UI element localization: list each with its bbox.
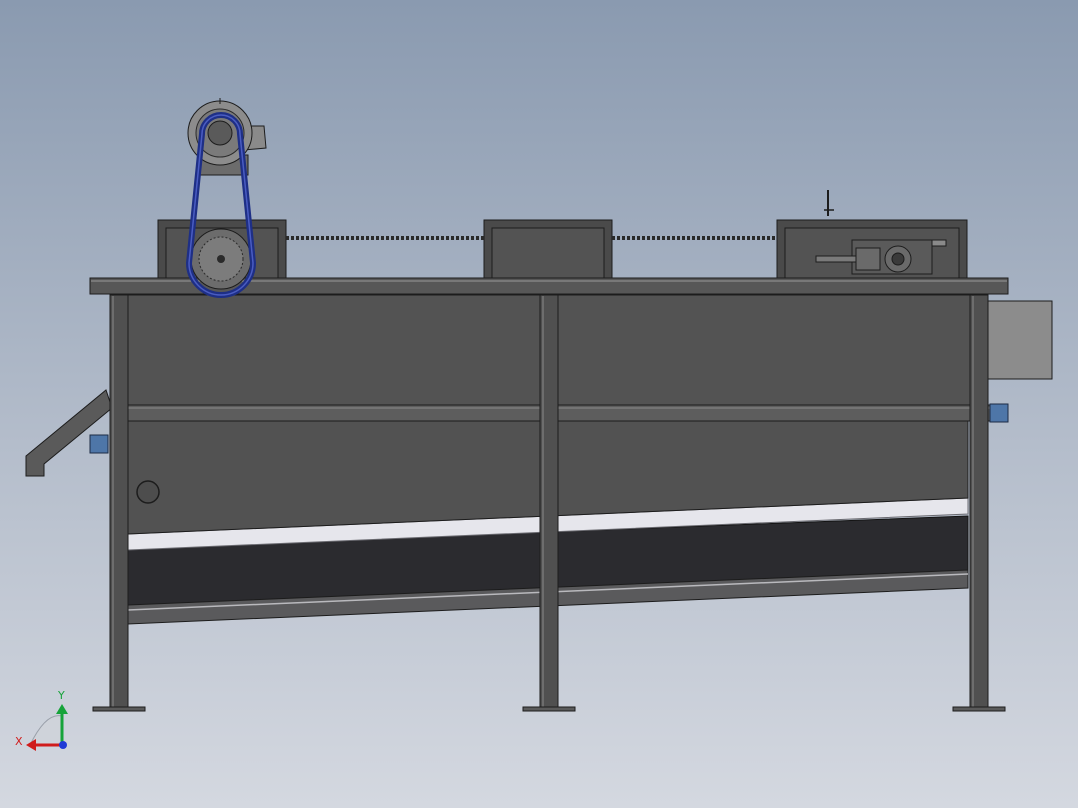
right-blue-pad <box>989 403 1009 423</box>
y-axis-label: Y <box>57 689 65 702</box>
electrical-box <box>987 300 1053 380</box>
discharge-chute <box>25 389 113 477</box>
inspection-port <box>136 480 160 504</box>
right-foot-plate <box>952 706 1006 712</box>
middle-bearing-box <box>483 219 613 279</box>
x-axis-arrow <box>26 739 36 751</box>
machine-front-view: X Y <box>15 98 1053 751</box>
left-foot-plate <box>92 706 146 712</box>
y-axis-arrow <box>56 704 68 714</box>
cad-viewport[interactable]: X Y <box>0 0 1078 808</box>
left-blue-pad <box>89 434 109 454</box>
x-axis-label: X <box>15 735 23 748</box>
coordinate-triad: X Y <box>15 689 68 751</box>
middle-foot-plate <box>522 706 576 712</box>
driven-pulley <box>190 228 252 290</box>
z-axis-dot <box>59 741 67 749</box>
